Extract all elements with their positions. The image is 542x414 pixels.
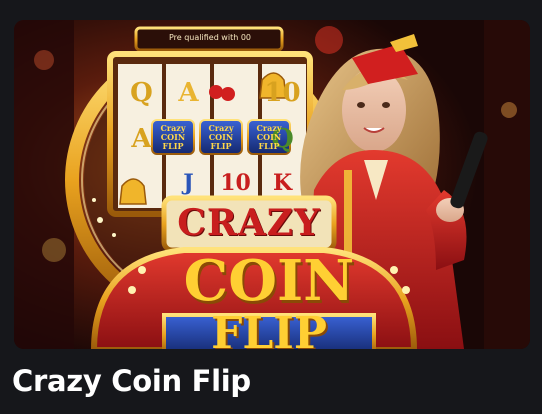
- logo-coin: COIN: [183, 248, 355, 314]
- mini-badge-logo: Crazy COIN FLIP: [256, 123, 282, 151]
- game-title[interactable]: Crazy Coin Flip: [12, 364, 251, 398]
- banner-text: Pre qualified with 00: [168, 33, 252, 42]
- mini-badge-logo: Crazy COIN FLIP: [208, 123, 234, 151]
- game-thumbnail[interactable]: Pre qualified with 00 Q A A 10 A Q J 10 …: [14, 20, 530, 349]
- game-card[interactable]: Pre qualified with 00 Q A A 10 A Q J 10 …: [0, 0, 542, 414]
- reel-row-1: Q A A 10: [118, 78, 306, 108]
- reel-symbol: Q: [130, 78, 153, 108]
- reel-symbol: 10: [264, 78, 301, 108]
- mini-badges: Crazy COIN FLIP Crazy COIN FLIP Crazy CO…: [152, 124, 292, 151]
- mini-badge-logo: Crazy COIN FLIP: [160, 123, 186, 151]
- reel-row-3: J 10 K: [118, 170, 306, 196]
- reel-symbol: K: [272, 170, 293, 196]
- reel-symbol: A: [178, 78, 199, 108]
- reel-symbol: J: [183, 170, 194, 196]
- logo-flip: FLIP: [211, 308, 327, 349]
- reel-symbol: [118, 170, 165, 196]
- reel-symbol: 10: [220, 170, 251, 196]
- logo-crazy: CRAZY: [177, 202, 321, 244]
- reel-symbol: A: [212, 78, 259, 108]
